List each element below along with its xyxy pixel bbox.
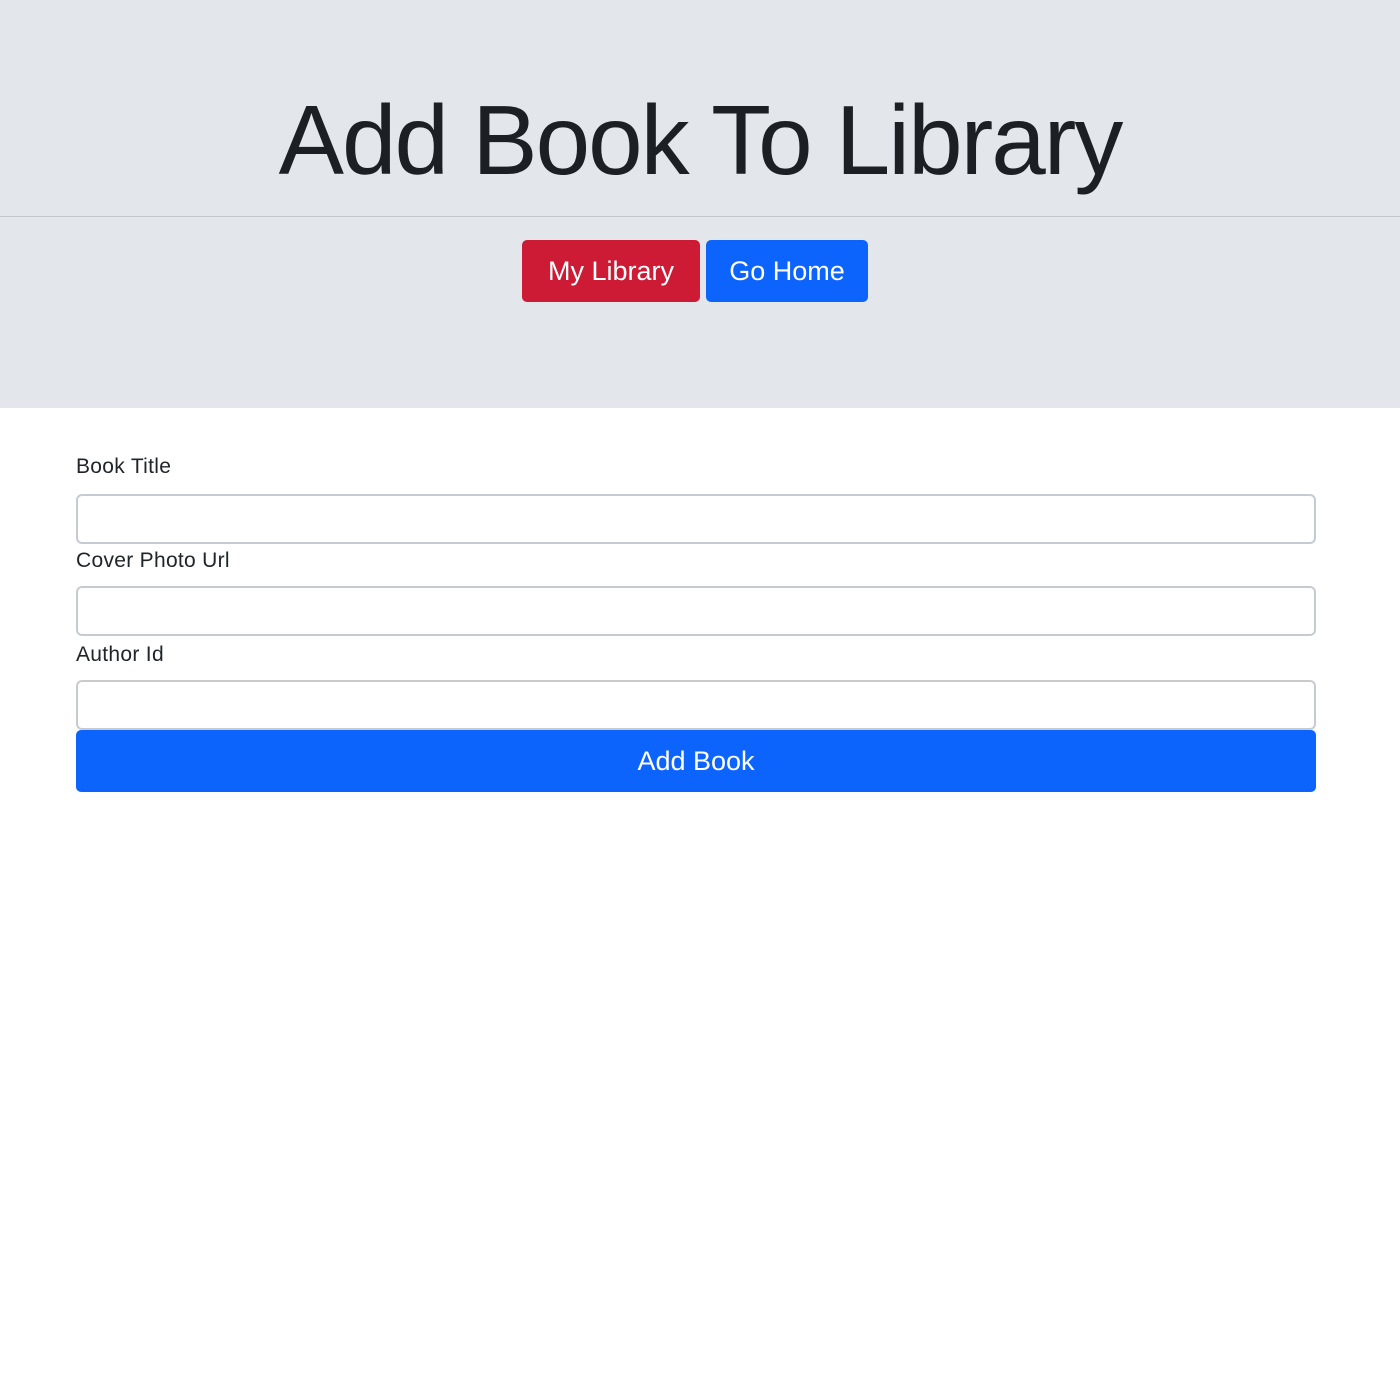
page-header: Add Book To Library My Library Go Home xyxy=(0,0,1400,408)
add-book-button[interactable]: Add Book xyxy=(76,730,1316,792)
author-id-input[interactable] xyxy=(76,680,1316,730)
book-title-label: Book Title xyxy=(76,455,172,478)
my-library-button[interactable]: My Library xyxy=(522,240,700,302)
go-home-button[interactable]: Go Home xyxy=(706,240,868,302)
header-divider xyxy=(0,216,1400,217)
cover-photo-url-input[interactable] xyxy=(76,586,1316,636)
author-id-label: Author Id xyxy=(76,643,164,666)
page-title: Add Book To Library xyxy=(278,85,1124,195)
book-title-input[interactable] xyxy=(76,494,1316,544)
nav-button-group: My Library Go Home xyxy=(0,240,1400,302)
cover-photo-url-label: Cover Photo Url xyxy=(76,549,230,572)
